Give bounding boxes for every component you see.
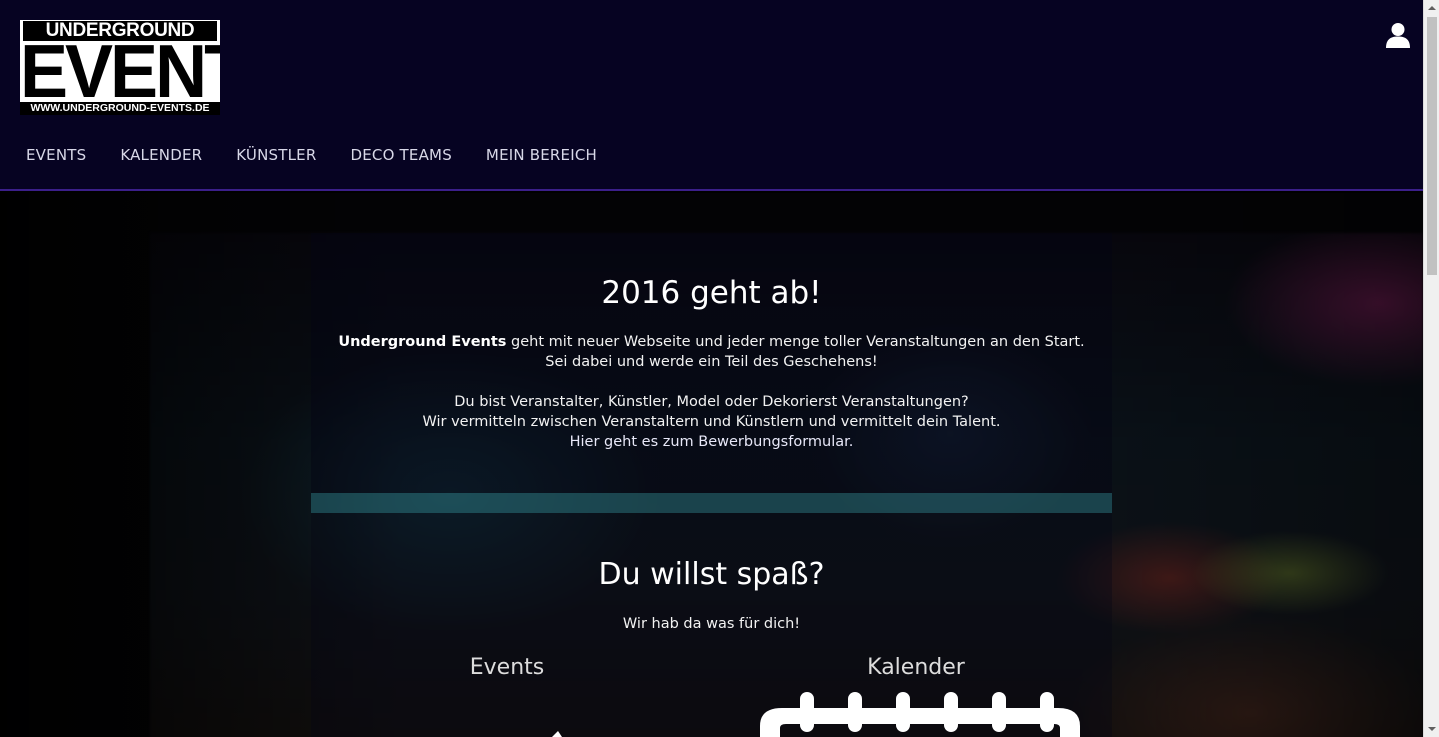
site-logo[interactable]: UNDERGROUND EVENTS WWW.UNDERGROUND-EVENT… [20, 20, 220, 115]
nav-item-events[interactable]: EVENTS [0, 140, 103, 170]
events-icon[interactable] [548, 730, 568, 737]
logo-line-events: EVENTS [20, 30, 220, 115]
intro-line-3: Du bist Veranstalter, Künstler, Model od… [454, 394, 969, 410]
fun-title: Du willst spaß? [598, 557, 825, 592]
events-column-title[interactable]: Events [407, 653, 607, 683]
intro-line-4: Wir vermitteln zwischen Veranstaltern un… [422, 414, 1001, 430]
intro-brand: Underground Events [338, 334, 507, 350]
nav-item-deco-teams[interactable]: DECO TEAMS [341, 140, 468, 170]
intro-line-1: Underground Events geht mit neuer Websei… [311, 332, 1112, 352]
site-header: UNDERGROUND EVENTS WWW.UNDERGROUND-EVENT… [0, 0, 1423, 191]
scrollbar-thumb[interactable] [1427, 17, 1437, 275]
application-form-link[interactable]: Hier geht es zum Bewerbungsformular. [570, 434, 854, 450]
hero-intro: Underground Events geht mit neuer Websei… [311, 332, 1112, 452]
fun-subtitle: Wir hab da was für dich! [622, 616, 801, 632]
nav-item-mein-bereich[interactable]: MEIN BEREICH [477, 140, 614, 170]
nav-item-kalender[interactable]: KALENDER [111, 140, 219, 170]
main-nav: EVENTS KALENDER KÜNSTLER DECO TEAMS MEIN… [0, 140, 622, 170]
kalender-column-title[interactable]: Kalender [816, 653, 1016, 683]
logo-line-url: WWW.UNDERGROUND-EVENTS.DE [20, 102, 220, 115]
calendar-icon[interactable] [760, 690, 1080, 737]
user-icon[interactable] [1385, 22, 1411, 48]
hero-title: 2016 geht ab! [601, 275, 822, 311]
intro-line-2: Sei dabei und werde ein Teil des Gescheh… [545, 354, 878, 370]
intro-line-1-text: geht mit neuer Webseite und jeder menge … [506, 334, 1085, 350]
page-scrollbar[interactable] [1423, 0, 1439, 737]
nav-item-kuenstler[interactable]: KÜNSTLER [227, 140, 333, 170]
panel-divider [311, 493, 1112, 513]
intro-spacer [311, 372, 1112, 392]
scroll-down-arrow-icon[interactable] [1424, 720, 1439, 737]
scroll-up-arrow-icon[interactable] [1424, 0, 1439, 17]
